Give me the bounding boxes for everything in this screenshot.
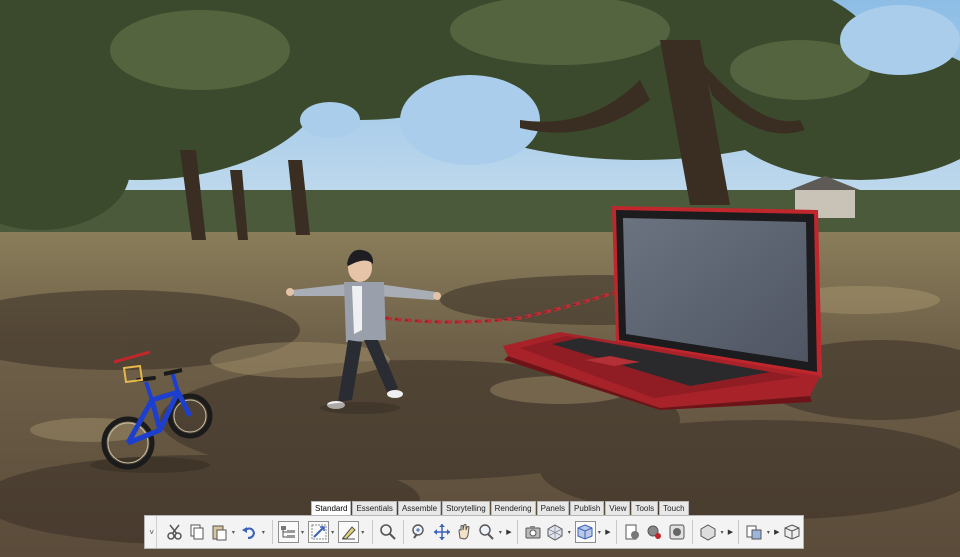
- child-torso: [344, 282, 386, 342]
- search-icon[interactable]: [378, 521, 398, 543]
- transform-icon[interactable]: [308, 521, 329, 543]
- more-view-icon[interactable]: ▶: [604, 521, 611, 543]
- tab-view[interactable]: View: [605, 501, 631, 515]
- hand-icon[interactable]: [454, 521, 474, 543]
- tab-rendering[interactable]: Rendering: [490, 501, 536, 515]
- component-dropdown-icon[interactable]: ▾: [566, 521, 572, 543]
- paste-icon[interactable]: [209, 521, 229, 543]
- toolbar-separator: [691, 520, 693, 544]
- select-icon[interactable]: [278, 521, 299, 543]
- geometry-icon[interactable]: [698, 521, 718, 543]
- copy-icon[interactable]: [187, 521, 207, 543]
- lens-icon[interactable]: [476, 521, 496, 543]
- more-tools-icon[interactable]: ▶: [505, 521, 512, 543]
- more-geometry-icon[interactable]: ▶: [727, 521, 734, 543]
- view-cube-dropdown-icon[interactable]: ▾: [597, 521, 603, 543]
- tab-storytelling[interactable]: Storytelling: [442, 501, 490, 515]
- measure-icon[interactable]: [338, 521, 360, 543]
- tab-standard[interactable]: Standard: [311, 501, 352, 515]
- publish-dropdown-icon[interactable]: ▾: [766, 521, 772, 543]
- geometry-dropdown-icon[interactable]: ▾: [719, 521, 725, 543]
- pan-icon[interactable]: [431, 521, 451, 543]
- toolbar-separator: [402, 520, 404, 544]
- tab-touch[interactable]: Touch: [659, 501, 689, 515]
- toolbar-separator: [738, 520, 740, 544]
- tab-tools[interactable]: Tools: [631, 501, 659, 515]
- tab-panels[interactable]: Panels: [536, 501, 570, 515]
- toolbar-separator: [272, 520, 274, 544]
- toolbar-separator: [615, 520, 617, 544]
- component-icon[interactable]: [545, 521, 565, 543]
- publish-icon[interactable]: [744, 521, 764, 543]
- tab-essentials[interactable]: Essentials: [352, 501, 397, 515]
- undo-dropdown-icon[interactable]: ▾: [261, 521, 267, 543]
- tab-assemble[interactable]: Assemble: [397, 501, 442, 515]
- zoom-icon[interactable]: [409, 521, 429, 543]
- toolbar-collapse-button[interactable]: ˅: [147, 516, 158, 548]
- export-icon[interactable]: [782, 521, 802, 543]
- ribbon-tabs: Standard Essentials Assemble Storytellin…: [311, 501, 689, 515]
- viewport-scene[interactable]: [0, 0, 960, 557]
- select-dropdown-icon[interactable]: ▾: [300, 521, 306, 543]
- measure-dropdown-icon[interactable]: ▾: [360, 521, 366, 543]
- toolbar-separator: [371, 520, 373, 544]
- lens-dropdown-icon[interactable]: ▾: [498, 521, 504, 543]
- toolbar-separator: [516, 520, 518, 544]
- paste-dropdown-icon[interactable]: ▾: [231, 521, 237, 543]
- standard-toolbar: ˅ ▾ ▾ ▾ ▾ ▾ ▾ ▶ ▾ ▾ ▶ ▾ ▶ ▾ ▶: [144, 515, 804, 549]
- view-cube-icon[interactable]: [575, 521, 596, 543]
- settings-icon[interactable]: [644, 521, 664, 543]
- transform-dropdown-icon[interactable]: ▾: [330, 521, 336, 543]
- cut-icon[interactable]: [164, 521, 184, 543]
- tab-publish[interactable]: Publish: [570, 501, 605, 515]
- more-publish-icon[interactable]: ▶: [773, 521, 780, 543]
- undo-icon[interactable]: [239, 521, 259, 543]
- camera-icon[interactable]: [523, 521, 543, 543]
- render-icon[interactable]: [622, 521, 642, 543]
- material-icon[interactable]: [666, 521, 686, 543]
